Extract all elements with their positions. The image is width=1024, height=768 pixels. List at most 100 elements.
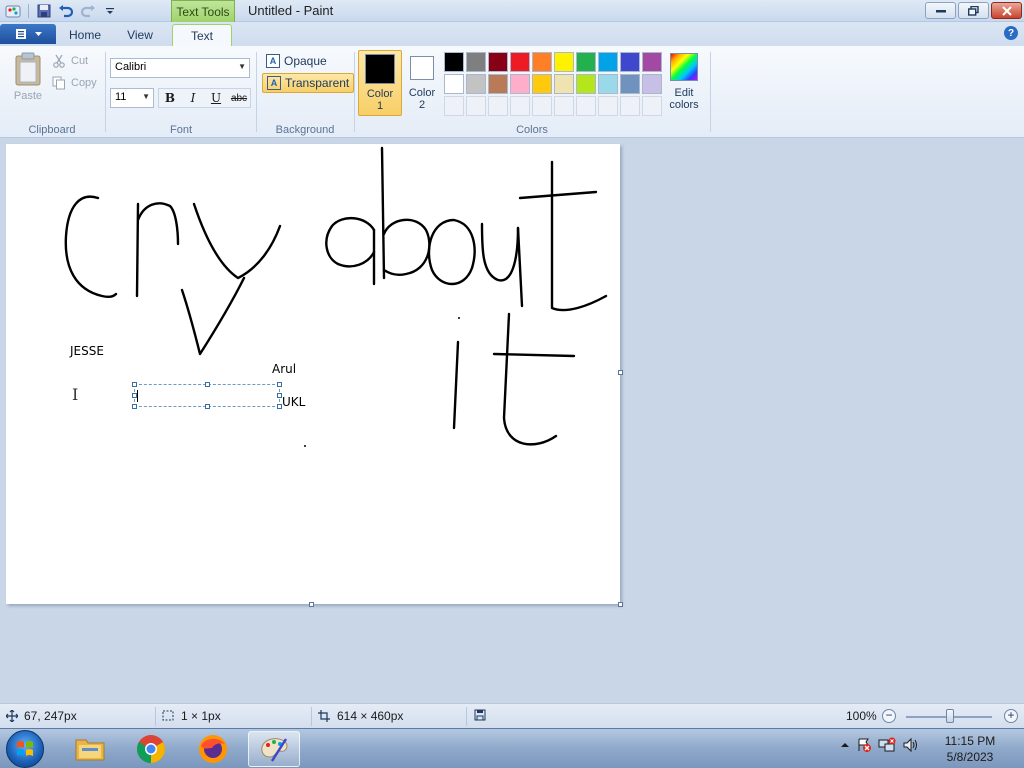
cursor-position-value: 67, 247px bbox=[24, 709, 77, 723]
help-icon[interactable]: ? bbox=[1004, 26, 1018, 40]
underline-button[interactable]: U bbox=[205, 89, 227, 107]
qat-separator bbox=[28, 4, 29, 18]
transparent-icon: A bbox=[267, 76, 281, 90]
canvas-workspace[interactable]: JESSE Arul UKL I bbox=[0, 138, 1024, 703]
zoom-slider-thumb[interactable] bbox=[946, 709, 954, 723]
colors-group: Colors bbox=[354, 46, 710, 138]
title-bar: Text Tools Untitled - Paint bbox=[0, 0, 1024, 22]
opaque-icon: A bbox=[266, 54, 280, 68]
disk-icon bbox=[474, 709, 486, 721]
textbox-resize-handle[interactable] bbox=[277, 393, 282, 398]
textbox-resize-handle[interactable] bbox=[132, 393, 137, 398]
taskbar-chrome[interactable] bbox=[125, 731, 177, 767]
font-family-value: Calibri bbox=[115, 61, 147, 73]
background-group-label: Background bbox=[275, 124, 335, 136]
close-button[interactable] bbox=[991, 2, 1022, 19]
zoom-in-button[interactable]: + bbox=[1004, 709, 1018, 723]
textbox-resize-handle[interactable] bbox=[205, 382, 210, 387]
tab-text[interactable]: Text bbox=[172, 24, 232, 46]
paste-label: Paste bbox=[13, 90, 43, 102]
firefox-icon bbox=[199, 735, 227, 763]
cut-button[interactable]: Cut bbox=[52, 52, 88, 70]
textbox-resize-handle[interactable] bbox=[277, 404, 282, 409]
taskbar-paint[interactable] bbox=[248, 731, 300, 767]
undo-icon[interactable] bbox=[57, 2, 75, 20]
tab-view[interactable]: View bbox=[118, 24, 162, 46]
selection-size-status: 1 × 1px bbox=[162, 709, 221, 723]
paint-menu-button[interactable] bbox=[0, 24, 56, 44]
textbox-resize-handle[interactable] bbox=[205, 404, 210, 409]
windows-logo-icon bbox=[17, 741, 33, 756]
clipboard-group-label: Clipboard bbox=[28, 124, 76, 136]
minimize-button[interactable] bbox=[925, 2, 956, 19]
status-separator bbox=[466, 707, 467, 726]
start-button[interactable] bbox=[6, 730, 44, 768]
image-size-icon bbox=[318, 710, 330, 722]
textbox-resize-handle[interactable] bbox=[277, 382, 282, 387]
zoom-level: 100% bbox=[846, 709, 877, 723]
selection-size-value: 1 × 1px bbox=[181, 709, 221, 723]
copy-button[interactable]: Copy bbox=[52, 74, 97, 92]
chrome-icon bbox=[137, 735, 165, 763]
text-caret bbox=[137, 390, 138, 402]
font-size-select[interactable]: 11 ▼ bbox=[110, 88, 154, 108]
ribbon-tab-row: Home View Text ? bbox=[0, 22, 1024, 46]
font-size-value: 11 bbox=[115, 91, 127, 103]
status-bar: 67, 247px 1 × 1px 614 × 460px 100% − + bbox=[0, 703, 1024, 728]
show-hidden-icons-icon[interactable] bbox=[840, 740, 850, 750]
taskbar-firefox[interactable] bbox=[187, 731, 239, 767]
drawing-canvas[interactable]: JESSE Arul UKL I bbox=[6, 144, 620, 604]
zoom-out-button[interactable]: − bbox=[882, 709, 896, 723]
canvas-resize-handle-corner[interactable] bbox=[618, 602, 623, 607]
transparent-label: Transparent bbox=[285, 76, 350, 90]
image-size-value: 614 × 460px bbox=[337, 709, 404, 723]
textbox-resize-handle[interactable] bbox=[132, 382, 137, 387]
network-icon[interactable] bbox=[878, 737, 896, 753]
italic-button[interactable]: I bbox=[182, 89, 204, 107]
windows-taskbar: 11:15 PM 5/8/2023 bbox=[0, 728, 1024, 768]
chevron-down-icon: ▼ bbox=[238, 62, 246, 71]
selection-icon bbox=[162, 710, 174, 721]
restore-button[interactable] bbox=[958, 2, 989, 19]
canvas-resize-handle-bottom[interactable] bbox=[309, 602, 314, 607]
move-cursor-icon bbox=[6, 710, 18, 722]
chevron-down-icon: ▼ bbox=[142, 92, 150, 101]
strikethrough-button[interactable]: abc bbox=[228, 89, 250, 107]
active-text-box[interactable] bbox=[132, 382, 282, 409]
cut-label: Cut bbox=[71, 55, 89, 67]
save-icon[interactable] bbox=[35, 2, 53, 20]
copy-icon bbox=[52, 76, 65, 90]
status-separator bbox=[155, 707, 156, 726]
clipboard-group: Paste Cut Copy Clipboard bbox=[0, 46, 104, 138]
canvas-resize-handle-right[interactable] bbox=[618, 370, 623, 375]
customize-qat-icon[interactable] bbox=[101, 2, 119, 20]
action-center-icon[interactable] bbox=[856, 737, 872, 753]
redo-icon[interactable] bbox=[79, 2, 97, 20]
font-group-label: Font bbox=[169, 124, 192, 136]
window-controls bbox=[925, 2, 1022, 19]
textbox-resize-handle[interactable] bbox=[132, 404, 137, 409]
status-separator bbox=[311, 707, 312, 726]
clock-time: 11:15 PM bbox=[944, 734, 996, 748]
image-size-status: 614 × 460px bbox=[318, 709, 403, 723]
text-tools-context-label: Text Tools bbox=[171, 0, 235, 22]
clock-date: 5/8/2023 bbox=[946, 750, 994, 764]
transparent-button[interactable]: A Transparent bbox=[262, 73, 355, 93]
taskbar-clock[interactable]: 11:15 PM 5/8/2023 bbox=[930, 733, 1010, 765]
text-cursor-icon: I bbox=[72, 385, 79, 404]
font-family-select[interactable]: Calibri ▼ bbox=[110, 58, 250, 78]
volume-icon[interactable] bbox=[902, 737, 918, 753]
canvas-text-arul: Arul bbox=[272, 362, 297, 376]
tab-home[interactable]: Home bbox=[62, 24, 108, 46]
quick-access-toolbar bbox=[4, 2, 119, 20]
opaque-button[interactable]: A Opaque bbox=[262, 51, 331, 71]
taskbar-file-explorer[interactable] bbox=[64, 731, 116, 767]
ribbon: Paste Cut Copy Clipboard Font Calibri ▼ … bbox=[0, 46, 1024, 138]
colors-group-label: Colors bbox=[516, 124, 548, 136]
canvas-text-ukl: UKL bbox=[282, 395, 306, 409]
paint-app-icon[interactable] bbox=[4, 2, 22, 20]
scissors-icon bbox=[53, 54, 65, 68]
bold-button[interactable]: B bbox=[159, 89, 181, 107]
folder-icon bbox=[75, 739, 105, 761]
paste-button[interactable]: Paste bbox=[8, 52, 48, 106]
